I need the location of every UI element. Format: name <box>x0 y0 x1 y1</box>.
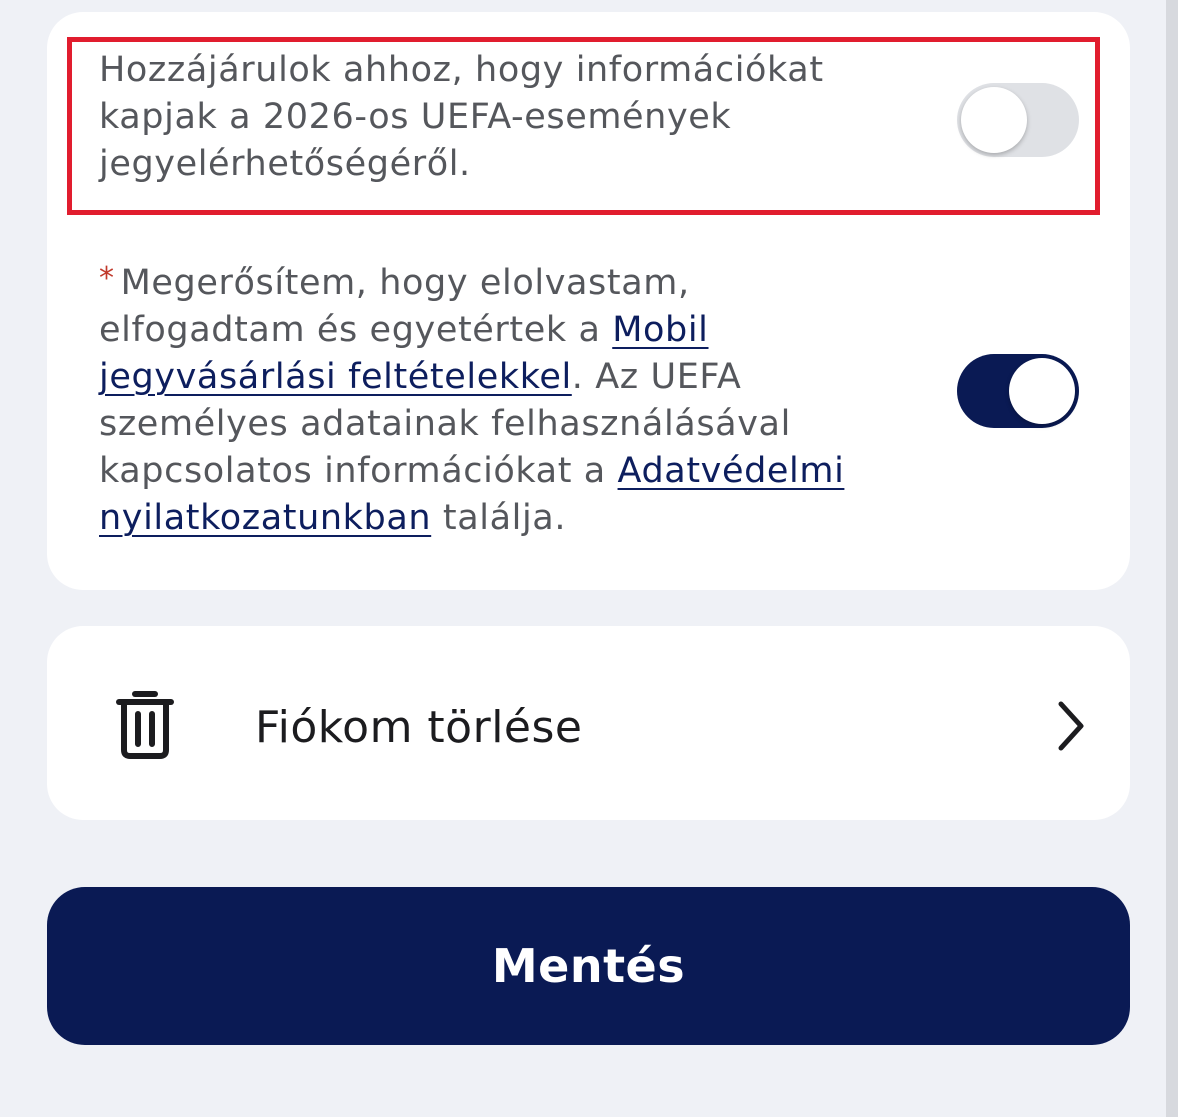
uefa-events-consent-toggle[interactable] <box>957 83 1079 157</box>
terms-consent-text: * Megerősítem, hogy elolvastam, elfogadta… <box>99 255 889 542</box>
trash-icon <box>116 691 174 759</box>
scrollbar[interactable] <box>1166 0 1178 1117</box>
consent-card: Hozzájárulok ahhoz, hogy információkat k… <box>47 12 1130 590</box>
required-asterisk: * <box>99 261 115 296</box>
save-button[interactable]: Mentés <box>47 887 1130 1045</box>
delete-account-label: Fiókom törlése <box>255 702 583 753</box>
uefa-events-consent-text: Hozzájárulok ahhoz, hogy információkat k… <box>99 50 824 184</box>
toggle-knob <box>961 87 1027 153</box>
toggle-knob <box>1009 358 1075 424</box>
delete-account-row[interactable]: Fiókom törlése <box>47 626 1130 820</box>
terms-text-before: Megerősítem, hogy elolvastam, elfogadtam… <box>99 263 690 350</box>
terms-consent-toggle[interactable] <box>957 354 1079 428</box>
terms-text-after: találja. <box>431 498 567 538</box>
settings-page: Hozzájárulok ahhoz, hogy információkat k… <box>0 0 1178 1117</box>
chevron-right-icon <box>1058 701 1084 751</box>
